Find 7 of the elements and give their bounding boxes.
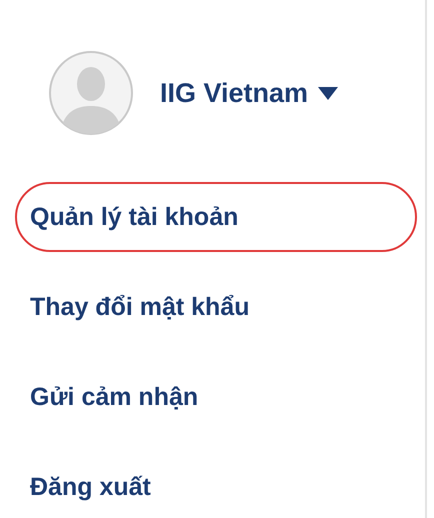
account-dropdown[interactable]: IIG Vietnam [160, 78, 338, 108]
menu-item[interactable]: Đăng xuất [15, 452, 417, 518]
menu-item[interactable]: Thay đổi mật khẩu [15, 272, 417, 342]
menu-item[interactable]: Quản lý tài khoản [15, 182, 417, 252]
caret-icon [318, 86, 338, 100]
menu-item[interactable]: Gửi cảm nhận [15, 362, 417, 432]
avatar-icon [48, 50, 134, 136]
